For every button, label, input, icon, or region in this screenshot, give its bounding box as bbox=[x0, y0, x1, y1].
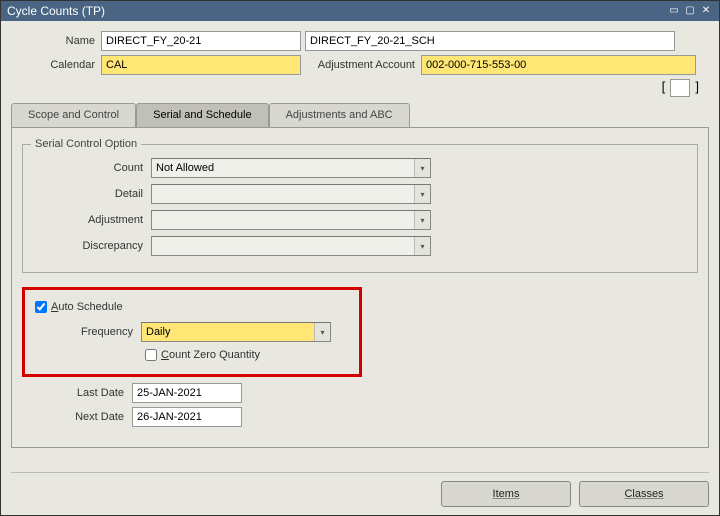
footer: Items Classes bbox=[11, 472, 709, 507]
detail-combo[interactable]: ▾ bbox=[151, 184, 431, 204]
window-title: Cycle Counts (TP) bbox=[7, 1, 105, 21]
count-zero-checkbox[interactable] bbox=[145, 349, 157, 361]
discrepancy-label: Discrepancy bbox=[31, 240, 151, 252]
count-label: Count bbox=[31, 162, 151, 174]
flexfield-row: [ ] bbox=[11, 79, 709, 97]
adjustment-account-label: Adjustment Account bbox=[301, 59, 421, 71]
discrepancy-input[interactable] bbox=[151, 236, 431, 256]
count-zero-label: Count Zero Quantity bbox=[161, 349, 260, 361]
count-combo[interactable]: ▾ bbox=[151, 158, 431, 178]
close-icon[interactable]: ✕ bbox=[699, 5, 713, 17]
frequency-input[interactable] bbox=[141, 322, 331, 342]
flexfield-button[interactable] bbox=[670, 79, 690, 97]
name-field[interactable] bbox=[101, 31, 301, 51]
bracket-open-icon: [ bbox=[662, 79, 666, 94]
tab-body: Serial Control Option Count ▾ Detail ▾ A… bbox=[11, 128, 709, 448]
name-label: Name bbox=[11, 35, 101, 47]
tab-scope[interactable]: Scope and Control bbox=[11, 103, 136, 127]
maximize-icon[interactable]: ▢ bbox=[683, 5, 697, 17]
chevron-down-icon[interactable]: ▾ bbox=[414, 185, 430, 203]
chevron-down-icon[interactable]: ▾ bbox=[314, 323, 330, 341]
adjustment-input[interactable] bbox=[151, 210, 431, 230]
tab-strip: Scope and Control Serial and Schedule Ad… bbox=[11, 103, 709, 128]
items-button[interactable]: Items bbox=[441, 481, 571, 507]
minimize-icon[interactable]: ▭ bbox=[667, 5, 681, 17]
header-form: Name Calendar Adjustment Account [ ] bbox=[11, 31, 709, 97]
adjustment-combo[interactable]: ▾ bbox=[151, 210, 431, 230]
discrepancy-combo[interactable]: ▾ bbox=[151, 236, 431, 256]
last-date-field[interactable] bbox=[132, 383, 242, 403]
next-date-field[interactable] bbox=[132, 407, 242, 427]
frequency-combo[interactable]: ▾ bbox=[141, 322, 331, 342]
detail-input[interactable] bbox=[151, 184, 431, 204]
chevron-down-icon[interactable]: ▾ bbox=[414, 211, 430, 229]
calendar-label: Calendar bbox=[11, 59, 101, 71]
tab-serial[interactable]: Serial and Schedule bbox=[136, 103, 268, 127]
last-date-label: Last Date bbox=[22, 387, 132, 399]
classes-button[interactable]: Classes bbox=[579, 481, 709, 507]
adjustment-label: Adjustment bbox=[31, 214, 151, 226]
chevron-down-icon[interactable]: ▾ bbox=[414, 159, 430, 177]
next-date-label: Next Date bbox=[22, 411, 132, 423]
detail-label: Detail bbox=[31, 188, 151, 200]
frequency-label: Frequency bbox=[31, 326, 141, 338]
window-controls: ▭ ▢ ✕ bbox=[667, 5, 713, 17]
tab-adjustments[interactable]: Adjustments and ABC bbox=[269, 103, 410, 127]
bracket-close-icon: ] bbox=[695, 79, 699, 94]
auto-schedule-checkbox[interactable] bbox=[35, 301, 47, 313]
calendar-field[interactable] bbox=[101, 55, 301, 75]
serial-control-group: Serial Control Option Count ▾ Detail ▾ A… bbox=[22, 138, 698, 273]
count-input[interactable] bbox=[151, 158, 431, 178]
description-field[interactable] bbox=[305, 31, 675, 51]
content-area: Name Calendar Adjustment Account [ ] Sco… bbox=[1, 21, 719, 515]
chevron-down-icon[interactable]: ▾ bbox=[414, 237, 430, 255]
adjustment-account-field[interactable] bbox=[421, 55, 696, 75]
serial-control-legend: Serial Control Option bbox=[31, 138, 141, 150]
titlebar: Cycle Counts (TP) ▭ ▢ ✕ bbox=[1, 1, 719, 21]
auto-schedule-highlight: Auto Schedule Frequency ▾ Count Zero Qua… bbox=[22, 287, 362, 377]
auto-schedule-label: Auto Schedule bbox=[51, 301, 123, 313]
